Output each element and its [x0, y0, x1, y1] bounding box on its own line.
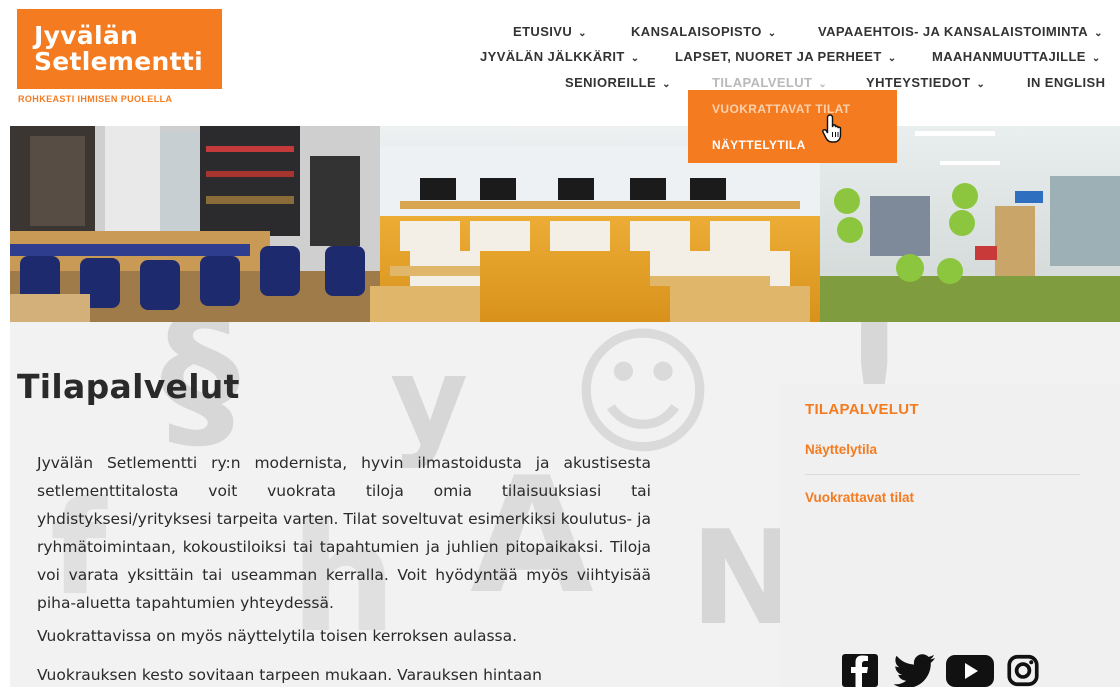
sidebar-link-nayttelytila[interactable]: Näyttelytila	[805, 442, 877, 457]
exhibition-paragraph: Vuokrattavissa on myös näyttelytila tois…	[37, 627, 518, 645]
nav-jalkkarit[interactable]: JYVÄLÄN JÄLKKÄRIT ⌄	[480, 49, 640, 64]
youtube-icon[interactable]	[946, 654, 994, 687]
sidebar-divider	[805, 474, 1080, 475]
nav-tilapalvelut[interactable]: TILAPALVELUT ⌄	[712, 75, 827, 90]
hero-image	[10, 126, 1120, 322]
nav-label: LAPSET, NUORET JA PERHEET	[675, 49, 882, 64]
chevron-down-icon: ⌄	[578, 28, 587, 39]
hero-photo	[10, 126, 1120, 322]
hand-pointer-icon	[822, 114, 842, 143]
page-title: Tilapalvelut	[17, 367, 240, 406]
chevron-down-icon: ⌄	[1094, 28, 1103, 39]
nav-label: JYVÄLÄN JÄLKKÄRIT	[480, 49, 625, 64]
nav-etusivu[interactable]: ETUSIVU ⌄	[513, 24, 587, 39]
instagram-icon[interactable]	[1005, 654, 1041, 687]
twitter-icon[interactable]	[894, 654, 936, 687]
nav-label: IN ENGLISH	[1027, 75, 1106, 90]
nav-in-english[interactable]: IN ENGLISH	[1027, 75, 1105, 90]
tilapalvelut-dropdown-menu: VUOKRATTAVAT TILAT NÄYTTELYTILA	[688, 90, 897, 163]
logo-tagline: ROHKEASTI IHMISEN PUOLELLA	[18, 94, 173, 104]
nav-label: KANSALAISOPISTO	[631, 24, 762, 39]
nav-label: VAPAAEHTOIS- JA KANSALAISTOIMINTA	[818, 24, 1089, 39]
sidebar-heading: TILAPALVELUT	[805, 401, 919, 418]
nav-label: SENIOREILLE	[565, 75, 657, 90]
nav-vapaaehtois[interactable]: VAPAAEHTOIS- JA KANSALAISTOIMINTA ⌄	[818, 24, 1103, 39]
logo-line-1: Jyvälän	[34, 21, 139, 50]
sidebar-panel	[780, 384, 1120, 687]
nav-label: MAAHANMUUTTAJILLE	[932, 49, 1086, 64]
facebook-icon[interactable]	[842, 654, 878, 687]
nav-kansalaisopisto[interactable]: KANSALAISOPISTO ⌄	[631, 24, 777, 39]
nav-maahanmuuttajille[interactable]: MAAHANMUUTTAJILLE ⌄	[932, 49, 1101, 64]
chevron-down-icon: ⌄	[630, 53, 640, 64]
chevron-down-icon: ⌄	[767, 28, 777, 39]
sidebar-link-vuokrattavat-tilat[interactable]: Vuokrattavat tilat	[805, 490, 914, 505]
site-header: Jyvälän Setlementti ROHKEASTI IHMISEN PU…	[0, 0, 1120, 126]
logo-line-2: Setlementti	[34, 47, 204, 76]
nav-lapset-nuoret[interactable]: LAPSET, NUORET JA PERHEET ⌄	[675, 49, 897, 64]
site-logo[interactable]: Jyvälän Setlementti	[17, 9, 222, 89]
dropdown-item-nayttelytila[interactable]: NÄYTTELYTILA	[712, 138, 806, 152]
chevron-down-icon: ⌄	[887, 53, 897, 64]
chevron-down-icon: ⌄	[818, 79, 828, 90]
chevron-down-icon: ⌄	[976, 79, 986, 90]
nav-senioreille[interactable]: SENIOREILLE ⌄	[565, 75, 671, 90]
nav-yhteystiedot[interactable]: YHTEYSTIEDOT ⌄	[866, 75, 985, 90]
chevron-down-icon: ⌄	[662, 79, 671, 90]
nav-label: ETUSIVU	[513, 24, 573, 39]
chevron-down-icon: ⌄	[1091, 53, 1101, 64]
intro-paragraph: Jyvälän Setlementti ry:n modernista, hyv…	[37, 454, 651, 612]
nav-label: TILAPALVELUT	[712, 75, 813, 90]
duration-paragraph: Vuokrauksen kesto sovitaan tarpeen mukaa…	[37, 666, 542, 684]
nav-label: YHTEYSTIEDOT	[866, 75, 971, 90]
